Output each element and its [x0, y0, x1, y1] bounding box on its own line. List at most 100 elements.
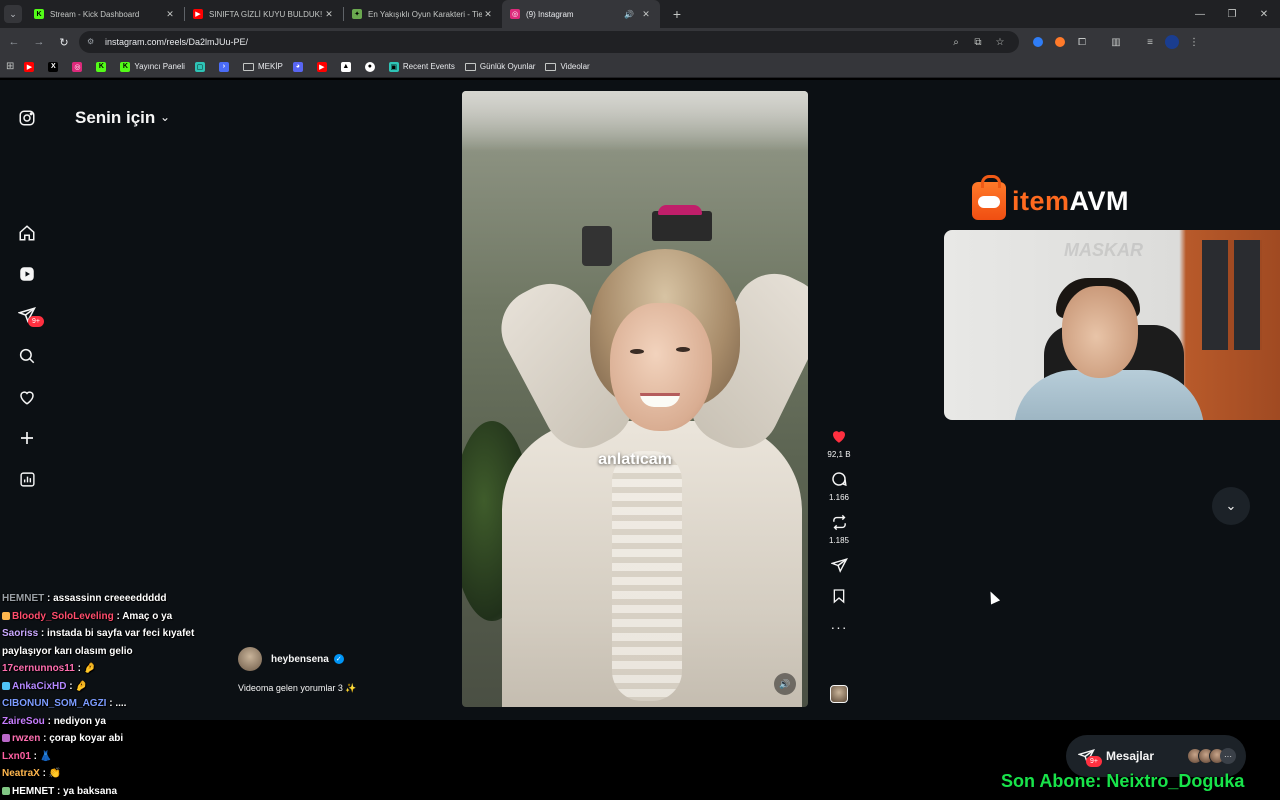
- instagram-logo-icon[interactable]: [16, 107, 38, 129]
- messages-label[interactable]: Mesajlar: [1106, 749, 1154, 763]
- stream-chat-overlay: HEMNET : assassinn creeeedddddBloody_Sol…: [2, 590, 234, 800]
- home-icon[interactable]: [16, 222, 38, 244]
- more-dots-icon[interactable]: ···: [1220, 748, 1236, 764]
- new-tab-button[interactable]: +: [666, 3, 688, 25]
- bookmark-chat[interactable]: ▢: [195, 62, 209, 72]
- discord-icon: ◕: [293, 62, 303, 72]
- notifications-heart-icon[interactable]: [16, 386, 38, 408]
- browser-tab-instagram[interactable]: ◎ (9) Instagram 🔊 ✕: [502, 0, 660, 28]
- repost-action[interactable]: 1.185: [824, 511, 854, 545]
- share-action[interactable]: [824, 554, 854, 576]
- save-action[interactable]: [824, 585, 854, 607]
- browser-menu-icon[interactable]: ⋮: [1183, 31, 1205, 53]
- chat-message: Saoriss : instada bi sayfa var feci kıya…: [2, 625, 234, 660]
- events-icon: ▣: [389, 62, 399, 72]
- reel-video[interactable]: anlatıcam 🔊: [462, 91, 808, 707]
- media-control-icon[interactable]: ≡: [1139, 31, 1161, 53]
- close-icon[interactable]: ✕: [640, 9, 652, 20]
- comment-action[interactable]: 1.166: [824, 468, 854, 502]
- create-plus-icon[interactable]: [16, 427, 38, 449]
- extension-orange-icon[interactable]: [1049, 31, 1071, 53]
- tab-title: (9) Instagram: [526, 10, 624, 19]
- comment-icon[interactable]: [828, 468, 850, 490]
- close-window-icon[interactable]: ✕: [1248, 0, 1280, 28]
- bookmark-folder-gunluk-oyunlar[interactable]: Günlük Oyunlar: [465, 62, 536, 71]
- chat-text: ya baksana: [63, 786, 117, 797]
- bookmark-save-icon[interactable]: [828, 585, 850, 607]
- direct-messages-icon[interactable]: 9+: [1076, 746, 1096, 766]
- bookmark-discord[interactable]: ◕: [293, 62, 307, 72]
- reels-icon[interactable]: [16, 263, 38, 285]
- recent-chat-avatars[interactable]: ···: [1192, 748, 1236, 764]
- bookmark-label: Yayıncı Paneli: [134, 62, 185, 71]
- reload-icon[interactable]: ↻: [53, 31, 75, 53]
- browser-tab-kick-dashboard[interactable]: K Stream - Kick Dashboard ✕: [26, 0, 184, 28]
- bookmark-x[interactable]: X: [48, 62, 62, 72]
- install-app-icon[interactable]: ⧉: [967, 37, 989, 48]
- close-icon[interactable]: ✕: [323, 9, 335, 20]
- bookmark-folder-mekip[interactable]: MEKİP: [243, 62, 283, 71]
- avatar[interactable]: [238, 647, 262, 671]
- chat-text: 🤌: [75, 681, 87, 692]
- tab-search-button[interactable]: ⌄: [4, 5, 22, 23]
- chat-username: AnkaCixHD: [12, 681, 66, 692]
- apps-grid-icon[interactable]: ⊞: [6, 61, 14, 72]
- tab-title: SINIFTA GİZLİ KUYU BULDUK! 😮: [209, 10, 323, 19]
- last-subscriber-ticker: Son Abone: Neixtro_Doguka: [1001, 771, 1244, 792]
- chevron-down-icon[interactable]: ⌄: [1212, 487, 1250, 525]
- author-username[interactable]: heybensena: [271, 654, 329, 665]
- bookmark-youtube-2[interactable]: ▶: [317, 62, 331, 72]
- url-text[interactable]: instagram.com/reels/Da2lmJUu-PE/: [105, 37, 945, 47]
- chat-username: 17cernunnos11: [2, 663, 75, 674]
- like-count: 92,1 B: [827, 450, 850, 459]
- repost-icon[interactable]: [828, 511, 850, 533]
- minimize-icon[interactable]: —: [1184, 0, 1216, 28]
- bookmark-youtube[interactable]: ▶: [24, 62, 38, 72]
- extension-blue-icon[interactable]: [1027, 31, 1049, 53]
- share-send-icon[interactable]: [828, 554, 850, 576]
- volume-icon[interactable]: 🔊: [774, 673, 796, 695]
- search-icon[interactable]: [16, 345, 38, 367]
- bookmark-image[interactable]: ▲: [341, 62, 355, 72]
- extensions-puzzle-icon[interactable]: ⧠: [1071, 31, 1093, 53]
- profile-avatar-icon[interactable]: [1161, 31, 1183, 53]
- like-action[interactable]: 92,1 B: [824, 425, 854, 459]
- bookmark-label: Videolar: [560, 62, 589, 71]
- heart-filled-icon[interactable]: [828, 425, 850, 447]
- back-icon[interactable]: ←: [3, 31, 25, 53]
- bookmark-circle[interactable]: ●: [365, 62, 379, 72]
- chat-message: CIBONUN_SOM_AGZI : ....: [2, 695, 234, 713]
- close-icon[interactable]: ✕: [164, 9, 176, 20]
- insights-chart-icon[interactable]: [16, 468, 38, 490]
- chevron-down-icon[interactable]: ⌄: [160, 110, 170, 124]
- bookmark-instagram[interactable]: ◎: [72, 62, 86, 72]
- bookmark-star-icon[interactable]: ☆: [989, 37, 1011, 48]
- bookmarks-bar: ⊞ ▶ X ◎ K KYayıncı Paneli ▢ › MEKİP ◕ ▶ …: [0, 56, 1280, 78]
- browser-tab-tier-list[interactable]: ✦ En Yakışıklı Oyun Karakteri - Tie ✕: [344, 0, 502, 28]
- feed-selector-title[interactable]: Senin için: [75, 108, 155, 128]
- reel-author[interactable]: heybensena ✓: [238, 647, 344, 671]
- browser-tab-youtube[interactable]: ▶ SINIFTA GİZLİ KUYU BULDUK! 😮 ✕: [185, 0, 343, 28]
- more-dots-icon[interactable]: ···: [828, 616, 850, 638]
- audio-thumbnail[interactable]: [830, 685, 848, 703]
- chat-message: Bloody_SoloLeveling : Amaç o ya: [2, 608, 234, 626]
- bookmark-yayinci-paneli[interactable]: KYayıncı Paneli: [120, 62, 185, 72]
- zoom-icon[interactable]: ⌕: [945, 37, 967, 48]
- bookmark-label: MEKİP: [258, 62, 283, 71]
- bookmark-folder-videolar[interactable]: Videolar: [545, 62, 589, 71]
- instagram-page: 9+ Senin için ⌄ anlatıcam 🔊: [0, 80, 1280, 720]
- speaker-icon[interactable]: 🔊: [624, 10, 634, 19]
- restore-icon[interactable]: ❐: [1216, 0, 1248, 28]
- bookmark-terminal[interactable]: ›: [219, 62, 233, 72]
- forward-icon[interactable]: →: [28, 31, 50, 53]
- instagram-favicon-icon: ◎: [510, 9, 520, 19]
- more-options[interactable]: ···: [824, 616, 854, 638]
- bookmark-recent-events[interactable]: ▣Recent Events: [389, 62, 455, 72]
- site-info-icon[interactable]: ⚙: [87, 37, 99, 47]
- side-panel-icon[interactable]: ▥: [1105, 31, 1127, 53]
- close-icon[interactable]: ✕: [482, 9, 494, 20]
- address-bar[interactable]: ⚙ instagram.com/reels/Da2lmJUu-PE/ ⌕ ⧉ ☆: [79, 31, 1019, 53]
- chat-username: NeatraX: [2, 768, 40, 779]
- chat-username: rwzen: [12, 733, 40, 744]
- bookmark-kick[interactable]: K: [96, 62, 110, 72]
